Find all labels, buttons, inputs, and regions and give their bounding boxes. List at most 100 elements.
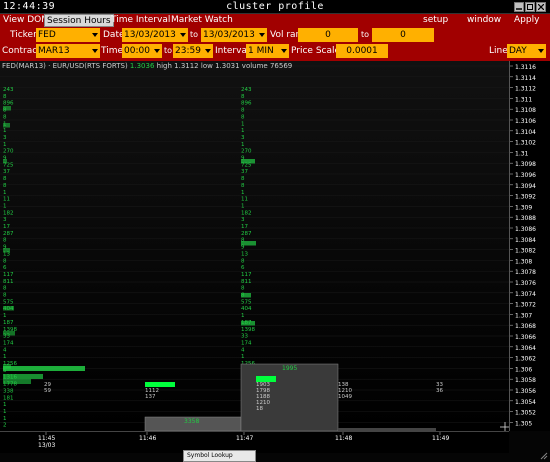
volume-highlight-bar — [3, 123, 10, 128]
price-tick-label: 1.3098 — [515, 161, 536, 168]
price-tick-label: 1.3102 — [515, 140, 536, 147]
chevron-down-icon — [204, 46, 212, 56]
price-tick-label: 1.3114 — [515, 75, 536, 82]
cluster-1-volume-label: 896 — [3, 101, 14, 107]
time-from-field[interactable]: 00:00 — [122, 44, 162, 58]
cluster-1-volume-label: 3 — [3, 217, 7, 223]
price-tick-label: 1.3082 — [515, 248, 536, 255]
interval-select[interactable]: 1 MIN — [246, 44, 289, 58]
minute-volume-highlight — [145, 382, 175, 387]
price-tick-label: 1.3084 — [515, 237, 536, 244]
chevron-down-icon — [91, 46, 99, 56]
cluster-1-volume-label: 181 — [3, 395, 14, 401]
cluster-2-volume-label: 3 — [241, 217, 245, 223]
price-tick-label: 1.31 — [515, 150, 529, 157]
volume-value: 76569 — [269, 62, 293, 70]
chevron-down-icon — [258, 30, 266, 40]
price-scale-field[interactable]: 0.0001 — [336, 44, 388, 58]
line-select[interactable]: DAY — [507, 44, 546, 58]
time-to-field[interactable]: 23:59 — [173, 44, 213, 58]
cluster-2-volume-label: 174 — [241, 340, 252, 346]
price-tick-label: 1.3088 — [515, 215, 536, 222]
cluster-2-volume-label: 17 — [241, 224, 248, 230]
price-tick-label: 1.311 — [515, 96, 532, 103]
menu-session-hours[interactable]: Session Hours — [44, 14, 114, 27]
cluster-1-volume-label: 1 — [3, 190, 7, 196]
price-tick-label: 1.3108 — [515, 107, 536, 114]
cluster-1-volume-label: 8 — [3, 258, 7, 264]
cluster-2-volume-label: 1 — [241, 354, 245, 360]
cluster-1-volume-label: 8 — [3, 293, 7, 299]
symbol-lookup-tooltip: Symbol Lookup — [183, 450, 256, 462]
cluster-1-volume-label: 1 — [3, 313, 7, 319]
price-tick-label: 1.3092 — [515, 194, 536, 201]
date-from-field[interactable]: 13/03/2013 — [122, 28, 188, 42]
menu-market-watch[interactable]: Market Watch — [169, 14, 235, 27]
minute-cluster-label: 1049 — [338, 394, 352, 400]
price-tick-label: 1.305 — [515, 420, 532, 427]
cluster-1-volume-label: 2 — [3, 423, 7, 429]
price-tick-label: 1.3072 — [515, 302, 536, 309]
chevron-down-icon — [153, 46, 161, 56]
window-controls — [514, 2, 546, 12]
cluster-2-volume-label: 182 — [241, 210, 252, 216]
date-tick-label: 13/03 — [38, 442, 55, 449]
plot-area[interactable]: 2438896881131270972537881111182317287891… — [0, 61, 509, 431]
cluster-2-volume-label: 8 — [241, 108, 245, 114]
menu-apply[interactable]: Apply — [512, 14, 541, 27]
price-tick-label: 1.3096 — [515, 172, 536, 179]
price-tick-label: 1.3116 — [515, 64, 536, 71]
vol-to-field[interactable]: 0 — [372, 28, 434, 42]
minute-cluster-label: 36 — [436, 388, 443, 394]
high-value: 1.3112 — [174, 62, 199, 70]
title-bar: 12:44:39 cluster profile — [0, 0, 550, 14]
price-tick-label: 1.308 — [515, 258, 532, 265]
cluster-1-volume-label: 338 — [3, 388, 14, 394]
time-tick-label: 11:48 — [335, 435, 352, 442]
date-to-field[interactable]: 13/03/2013 — [201, 28, 267, 42]
price-tick-label: 1.3112 — [515, 86, 536, 93]
cluster-2-volume-label: 4 — [241, 347, 245, 353]
ticker-value: FED — [38, 30, 56, 40]
menu-setup[interactable]: setup — [421, 14, 450, 27]
close-icon[interactable] — [536, 2, 546, 12]
price-axis[interactable]: 1.3116 1.3114 1.3112 1.311 1.3108 1.3106 1.310… — [509, 61, 550, 431]
cluster-1-volume-label: 1 — [3, 128, 7, 134]
vol-from-field[interactable]: 0 — [298, 28, 358, 42]
line-value: DAY — [509, 46, 527, 56]
minimize-icon[interactable] — [514, 2, 524, 12]
price-tick-label: 1.3106 — [515, 118, 536, 125]
cluster-chart[interactable]: 2438896881131270972537881111182317287891… — [0, 61, 550, 462]
cluster-1-volume-label: 6 — [3, 265, 7, 271]
cluster-1-volume-label: 117 — [3, 272, 14, 278]
date-from-value: 13/03/2013 — [124, 30, 176, 40]
time-to-label: to — [164, 46, 173, 55]
minute-cluster-label: 18 — [256, 406, 263, 412]
contract-select[interactable]: MAR13 — [36, 44, 100, 58]
cluster-2-volume-label: 896 — [241, 101, 252, 107]
ticker-select[interactable]: FED — [36, 28, 100, 42]
price-tick-label: 1.3054 — [515, 399, 536, 406]
price-tick-label: 1.3066 — [515, 334, 536, 341]
price-tick-label: 1.3074 — [515, 291, 536, 298]
price-tick-label: 1.3104 — [515, 129, 536, 136]
price-tick-label: 1.3094 — [515, 183, 536, 190]
menu-time-interval[interactable]: Time Interval — [109, 14, 172, 27]
cluster-2-volume-label: 13 — [241, 251, 248, 257]
cluster-1-volume-label: 37 — [3, 169, 10, 175]
price-tick-label: 1.3062 — [515, 356, 536, 363]
time-tick-label: 11:45 — [38, 435, 55, 442]
volume-highlight-bar — [241, 321, 255, 326]
cluster-1-volume-label: 17 — [3, 224, 10, 230]
date-to-label: to — [190, 30, 199, 39]
interval-label: Interval — [215, 46, 250, 56]
resize-handle-icon[interactable] — [540, 452, 548, 460]
cluster-2-volume-label: 3 — [241, 135, 245, 141]
menu-window[interactable]: window — [465, 14, 503, 27]
maximize-icon[interactable] — [525, 2, 535, 12]
price-tick-label: 1.3058 — [515, 377, 536, 384]
time-to-value: 23:59 — [175, 46, 201, 56]
line-label: Line — [489, 46, 508, 56]
cluster-1-volume-label: 8 — [3, 94, 7, 100]
cluster-1-volume-label: 11 — [3, 197, 10, 203]
